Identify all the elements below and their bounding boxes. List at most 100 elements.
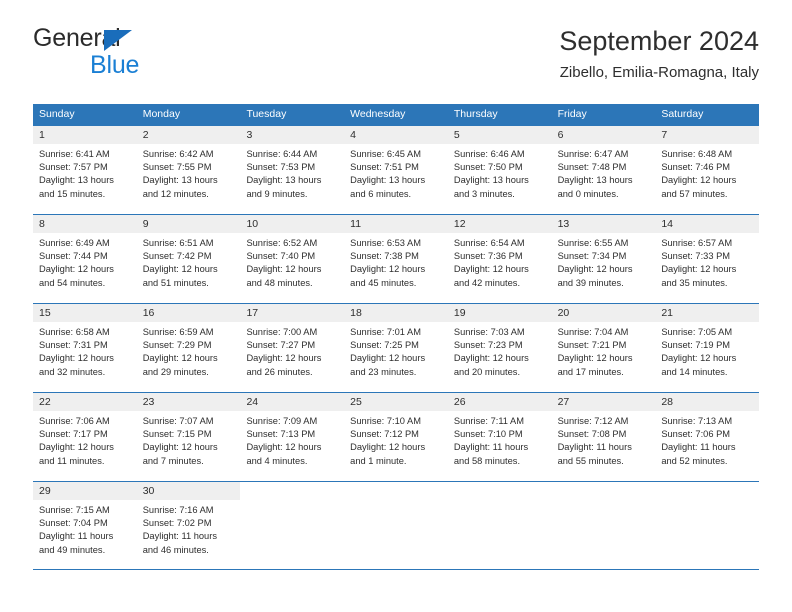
day-details: Sunrise: 6:48 AM Sunset: 7:46 PM Dayligh… bbox=[655, 144, 759, 201]
page-header: General Blue September 2024 Zibello, Emi… bbox=[33, 24, 759, 96]
day-cell[interactable]: 21 Sunrise: 7:05 AM Sunset: 7:19 PM Dayl… bbox=[655, 304, 760, 392]
daylight-line-1: Daylight: 12 hours bbox=[350, 442, 426, 453]
daylight-line-2: and 51 minutes. bbox=[142, 277, 209, 288]
day-number: 2 bbox=[142, 129, 149, 141]
day-cell[interactable]: 25 Sunrise: 7:10 AM Sunset: 7:12 PM Dayl… bbox=[344, 393, 448, 481]
day-number-band: 16 bbox=[136, 304, 241, 322]
daylight-line-2: and 32 minutes. bbox=[39, 366, 106, 377]
day-cell[interactable]: 5 Sunrise: 6:46 AM Sunset: 7:50 PM Dayli… bbox=[447, 126, 552, 214]
day-cell[interactable]: 15 Sunrise: 6:58 AM Sunset: 7:31 PM Dayl… bbox=[33, 304, 137, 392]
day-cell[interactable]: 29 Sunrise: 7:15 AM Sunset: 7:04 PM Dayl… bbox=[33, 482, 137, 569]
day-cell[interactable]: 20 Sunrise: 7:04 AM Sunset: 7:21 PM Dayl… bbox=[551, 304, 656, 392]
sunrise-line: Sunrise: 6:41 AM bbox=[39, 149, 110, 159]
daylight-line-1: Daylight: 13 hours bbox=[142, 175, 218, 186]
day-number: 11 bbox=[350, 218, 362, 230]
calendar-grid: Sunday Monday Tuesday Wednesday Thursday… bbox=[33, 104, 760, 570]
sunrise-line: Sunrise: 7:13 AM bbox=[661, 416, 733, 426]
daylight-line-1: Daylight: 13 hours bbox=[453, 175, 529, 186]
daylight-line-1: Daylight: 12 hours bbox=[453, 264, 529, 275]
day-cell[interactable]: 14 Sunrise: 6:57 AM Sunset: 7:33 PM Dayl… bbox=[655, 215, 760, 303]
sunset-line: Sunset: 7:31 PM bbox=[39, 340, 108, 351]
daylight-line-2: and 17 minutes. bbox=[557, 366, 624, 377]
daylight-line-1: Daylight: 12 hours bbox=[39, 442, 114, 453]
daylight-line-1: Daylight: 12 hours bbox=[350, 353, 426, 364]
general-blue-logo[interactable]: General Blue bbox=[33, 24, 253, 84]
daylight-line-1: Daylight: 12 hours bbox=[39, 264, 114, 275]
daylight-line-1: Daylight: 12 hours bbox=[246, 264, 322, 275]
day-number: 3 bbox=[246, 129, 253, 141]
daylight-line-2: and 23 minutes. bbox=[350, 366, 417, 377]
day-number-band: 20 bbox=[551, 304, 656, 322]
day-details: Sunrise: 7:03 AM Sunset: 7:23 PM Dayligh… bbox=[448, 322, 552, 379]
day-cell[interactable]: 22 Sunrise: 7:06 AM Sunset: 7:17 PM Dayl… bbox=[33, 393, 137, 481]
day-cell[interactable]: 1 Sunrise: 6:41 AM Sunset: 7:57 PM Dayli… bbox=[33, 126, 137, 214]
day-number-band: 1 bbox=[33, 126, 137, 144]
sunset-line: Sunset: 7:50 PM bbox=[453, 162, 523, 173]
day-details: Sunrise: 7:13 AM Sunset: 7:06 PM Dayligh… bbox=[655, 411, 759, 468]
sunset-line: Sunset: 7:33 PM bbox=[661, 251, 731, 262]
weekday-header-monday: Monday bbox=[142, 108, 181, 120]
sunset-line: Sunset: 7:04 PM bbox=[39, 518, 108, 529]
sunrise-line: Sunrise: 6:47 AM bbox=[557, 149, 629, 159]
day-cell[interactable]: 9 Sunrise: 6:51 AM Sunset: 7:42 PM Dayli… bbox=[136, 215, 241, 303]
day-cell[interactable]: 18 Sunrise: 7:01 AM Sunset: 7:25 PM Dayl… bbox=[344, 304, 448, 392]
day-cell[interactable]: 3 Sunrise: 6:44 AM Sunset: 7:53 PM Dayli… bbox=[240, 126, 345, 214]
day-number-band: 22 bbox=[33, 393, 137, 411]
daylight-line-1: Daylight: 12 hours bbox=[661, 264, 737, 275]
week-row: 8 Sunrise: 6:49 AM Sunset: 7:44 PM Dayli… bbox=[33, 214, 760, 303]
day-details: Sunrise: 7:12 AM Sunset: 7:08 PM Dayligh… bbox=[552, 411, 656, 468]
day-cell[interactable]: 4 Sunrise: 6:45 AM Sunset: 7:51 PM Dayli… bbox=[344, 126, 448, 214]
daylight-line-1: Daylight: 12 hours bbox=[661, 175, 737, 186]
day-details: Sunrise: 6:49 AM Sunset: 7:44 PM Dayligh… bbox=[33, 233, 137, 290]
day-cell[interactable]: 7 Sunrise: 6:48 AM Sunset: 7:46 PM Dayli… bbox=[655, 126, 760, 214]
day-cell[interactable]: 30 Sunrise: 7:16 AM Sunset: 7:02 PM Dayl… bbox=[136, 482, 241, 569]
day-cell[interactable]: 28 Sunrise: 7:13 AM Sunset: 7:06 PM Dayl… bbox=[655, 393, 760, 481]
day-cell[interactable]: 23 Sunrise: 7:07 AM Sunset: 7:15 PM Dayl… bbox=[136, 393, 241, 481]
logo-triangle-icon bbox=[104, 30, 132, 51]
daylight-line-1: Daylight: 12 hours bbox=[142, 353, 218, 364]
day-number: 23 bbox=[142, 396, 155, 408]
day-number-band: 2 bbox=[136, 126, 241, 144]
day-number: 5 bbox=[453, 129, 460, 141]
day-details: Sunrise: 6:53 AM Sunset: 7:38 PM Dayligh… bbox=[344, 233, 448, 290]
day-cell[interactable]: 26 Sunrise: 7:11 AM Sunset: 7:10 PM Dayl… bbox=[447, 393, 552, 481]
daylight-line-1: Daylight: 12 hours bbox=[39, 353, 114, 364]
daylight-line-2: and 12 minutes. bbox=[142, 188, 209, 199]
day-cell[interactable]: 8 Sunrise: 6:49 AM Sunset: 7:44 PM Dayli… bbox=[33, 215, 137, 303]
sunrise-line: Sunrise: 7:01 AM bbox=[350, 327, 421, 337]
day-number: 12 bbox=[453, 218, 466, 230]
day-details: Sunrise: 6:51 AM Sunset: 7:42 PM Dayligh… bbox=[137, 233, 241, 290]
day-details: Sunrise: 6:45 AM Sunset: 7:51 PM Dayligh… bbox=[344, 144, 448, 201]
day-cell[interactable]: 10 Sunrise: 6:52 AM Sunset: 7:40 PM Dayl… bbox=[240, 215, 345, 303]
day-number-band: 27 bbox=[551, 393, 656, 411]
daylight-line-2: and 9 minutes. bbox=[246, 188, 308, 199]
day-number-band: 10 bbox=[240, 215, 345, 233]
daylight-line-1: Daylight: 11 hours bbox=[453, 442, 529, 453]
day-number-band: 11 bbox=[344, 215, 448, 233]
title-block: September 2024 Zibello, Emilia-Romagna, … bbox=[559, 24, 759, 84]
day-number: 29 bbox=[39, 485, 51, 497]
sunrise-line: Sunrise: 6:48 AM bbox=[661, 149, 733, 159]
day-details: Sunrise: 6:46 AM Sunset: 7:50 PM Dayligh… bbox=[448, 144, 552, 201]
weekday-header-sunday: Sunday bbox=[39, 108, 75, 120]
day-cell[interactable]: 17 Sunrise: 7:00 AM Sunset: 7:27 PM Dayl… bbox=[240, 304, 345, 392]
day-cell[interactable]: 12 Sunrise: 6:54 AM Sunset: 7:36 PM Dayl… bbox=[447, 215, 552, 303]
day-cell[interactable]: 24 Sunrise: 7:09 AM Sunset: 7:13 PM Dayl… bbox=[240, 393, 345, 481]
day-cell[interactable]: 2 Sunrise: 6:42 AM Sunset: 7:55 PM Dayli… bbox=[136, 126, 241, 214]
sunset-line: Sunset: 7:53 PM bbox=[246, 162, 316, 173]
day-cell[interactable]: 11 Sunrise: 6:53 AM Sunset: 7:38 PM Dayl… bbox=[344, 215, 448, 303]
daylight-line-1: Daylight: 12 hours bbox=[557, 264, 633, 275]
day-number-band: 17 bbox=[240, 304, 345, 322]
page-subtitle: Zibello, Emilia-Romagna, Italy bbox=[559, 64, 759, 81]
day-cell[interactable]: 19 Sunrise: 7:03 AM Sunset: 7:23 PM Dayl… bbox=[447, 304, 552, 392]
day-cell[interactable]: 6 Sunrise: 6:47 AM Sunset: 7:48 PM Dayli… bbox=[551, 126, 656, 214]
day-number: 20 bbox=[557, 307, 570, 319]
day-cell[interactable]: 27 Sunrise: 7:12 AM Sunset: 7:08 PM Dayl… bbox=[551, 393, 656, 481]
sunrise-line: Sunrise: 6:54 AM bbox=[453, 238, 525, 248]
daylight-line-1: Daylight: 11 hours bbox=[142, 531, 217, 542]
day-cell[interactable]: 13 Sunrise: 6:55 AM Sunset: 7:34 PM Dayl… bbox=[551, 215, 656, 303]
day-number-band bbox=[447, 482, 552, 500]
daylight-line-1: Daylight: 12 hours bbox=[557, 353, 633, 364]
daylight-line-1: Daylight: 12 hours bbox=[246, 442, 322, 453]
day-cell[interactable]: 16 Sunrise: 6:59 AM Sunset: 7:29 PM Dayl… bbox=[136, 304, 241, 392]
